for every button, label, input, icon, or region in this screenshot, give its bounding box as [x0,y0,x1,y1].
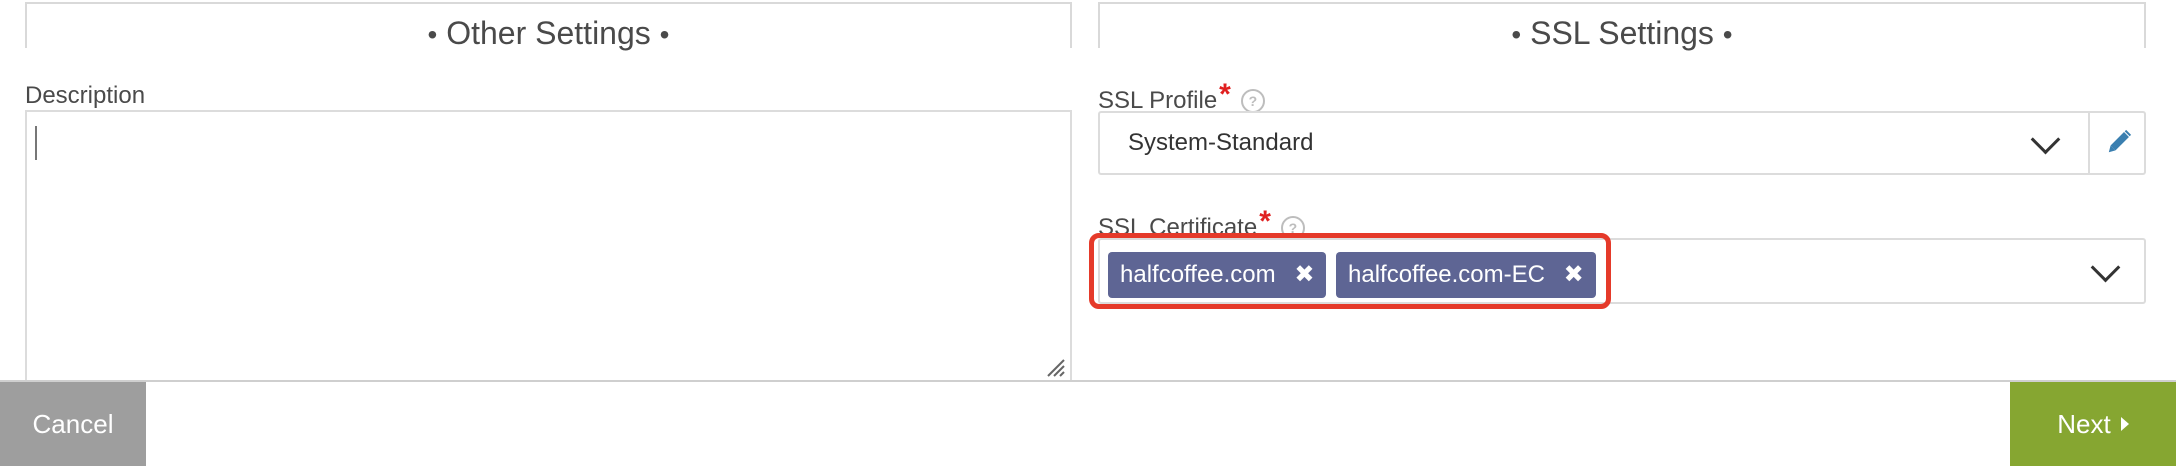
pencil-icon [2108,129,2132,153]
ssl-settings-title: SSL Settings [1530,15,1714,51]
header-bullet: • [659,19,670,50]
chevron-down-icon[interactable] [2030,124,2061,155]
required-indicator: * [1219,78,1231,111]
other-settings-title: Other Settings [446,15,651,51]
ssl-settings-header: • SSL Settings • [1098,2,2146,51]
cancel-button[interactable]: Cancel [0,382,146,466]
other-settings-section: • Other Settings • Description [25,0,1072,380]
edit-profile-button[interactable] [2088,113,2144,173]
ssl-settings-section: • SSL Settings • SSL Profile*? System-St… [1098,0,2146,380]
resize-grip-icon[interactable] [1044,356,1066,378]
header-bullet: • [1722,19,1733,50]
form-page: • Other Settings • Description • SSL Set… [0,0,2176,466]
other-settings-header: • Other Settings • [25,2,1072,51]
description-label: Description [25,82,146,109]
chevron-down-icon[interactable] [2090,252,2121,283]
footer-bar: Cancel Next [0,380,2176,466]
highlight-annotation [1089,233,1611,309]
header-bullet: • [427,19,438,50]
next-button-label: Next [2057,409,2111,439]
header-bullet: • [1511,19,1522,50]
ssl-profile-select[interactable]: System-Standard [1098,111,2146,175]
help-icon[interactable]: ? [1240,89,1265,113]
ssl-profile-label: SSL Profile [1098,87,1218,114]
text-cursor [35,126,37,160]
ssl-profile-value: System-Standard [1128,129,1314,156]
caret-right-icon [2120,417,2129,431]
description-textarea[interactable] [25,110,1072,380]
next-button[interactable]: Next [2010,382,2176,466]
